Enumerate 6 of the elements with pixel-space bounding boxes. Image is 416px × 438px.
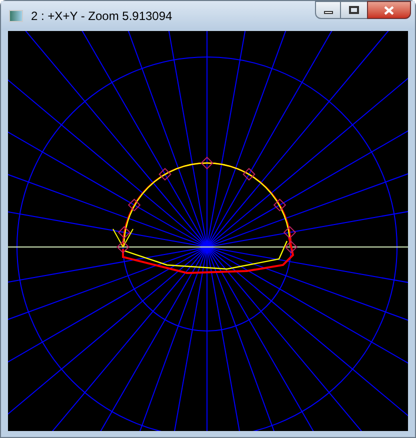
app-icon — [9, 10, 23, 22]
minimize-button[interactable] — [315, 1, 341, 19]
window-title: 2 : +X+Y - Zoom 5.913094 — [31, 8, 172, 24]
maximize-button[interactable] — [341, 1, 367, 19]
close-button[interactable] — [367, 1, 411, 19]
close-icon — [384, 6, 394, 14]
